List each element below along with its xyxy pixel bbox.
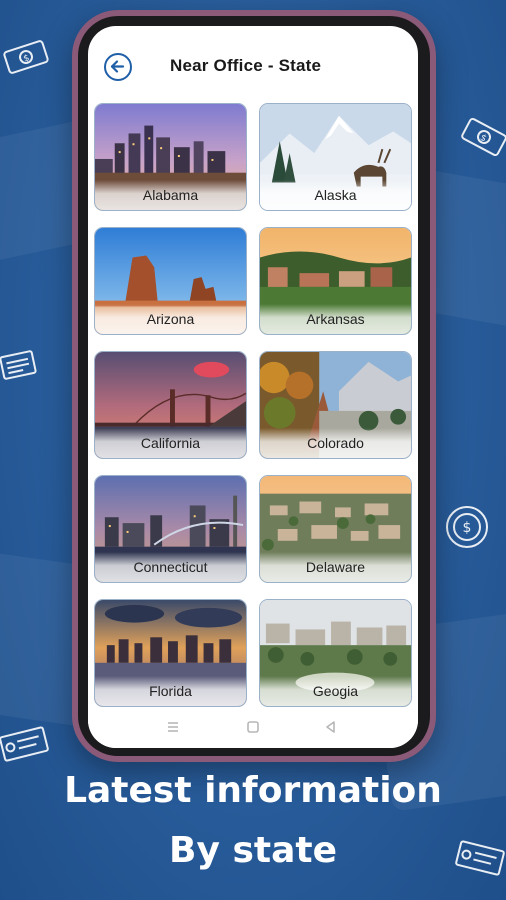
state-card-connecticut[interactable]: Connecticut — [94, 475, 247, 583]
phone-frame: Near Office - State Alabama Alaska Arizo… — [72, 10, 436, 762]
menu-icon[interactable] — [166, 720, 180, 734]
state-card-alaska[interactable]: Alaska — [259, 103, 412, 211]
home-icon[interactable] — [246, 720, 260, 734]
state-label: Florida — [149, 683, 192, 699]
system-nav-bar — [88, 708, 418, 748]
state-label: Alabama — [142, 187, 199, 203]
state-label: Arkansas — [306, 311, 365, 327]
state-label: Arizona — [146, 311, 195, 327]
app-header: Near Office - State — [88, 26, 418, 96]
check-document-icon — [0, 350, 37, 380]
state-card-alabama[interactable]: Alabama — [94, 103, 247, 211]
arrow-left-icon — [110, 60, 125, 73]
state-card-florida[interactable]: Florida — [94, 599, 247, 707]
page-title: Near Office - State — [170, 56, 322, 75]
promo-headline-line2: By state — [169, 830, 337, 871]
state-card-arkansas[interactable]: Arkansas — [259, 227, 412, 335]
state-card-arizona[interactable]: Arizona — [94, 227, 247, 335]
state-card-california[interactable]: California — [94, 351, 247, 459]
back-icon[interactable] — [324, 720, 338, 734]
svg-text:$: $ — [463, 520, 472, 536]
state-label: Alaska — [314, 187, 357, 203]
state-card-delaware[interactable]: Delaware — [259, 475, 412, 583]
promo-headline-line1: Latest information — [64, 770, 442, 811]
coin-icon: $ — [446, 506, 488, 548]
state-label: Colorado — [307, 435, 364, 451]
state-label: California — [140, 435, 201, 451]
back-button[interactable] — [104, 53, 132, 81]
money-bill-icon: $ — [461, 117, 506, 157]
state-label: Geogia — [312, 683, 359, 699]
state-label: Delaware — [305, 559, 366, 575]
money-bill-icon: $ — [3, 40, 49, 74]
state-card-colorado[interactable]: Colorado — [259, 351, 412, 459]
state-card-geogia[interactable]: Geogia — [259, 599, 412, 707]
app-screen: Near Office - State Alabama Alaska Arizo… — [88, 26, 418, 748]
check-document-icon — [0, 726, 49, 762]
state-label: Connecticut — [133, 559, 208, 575]
